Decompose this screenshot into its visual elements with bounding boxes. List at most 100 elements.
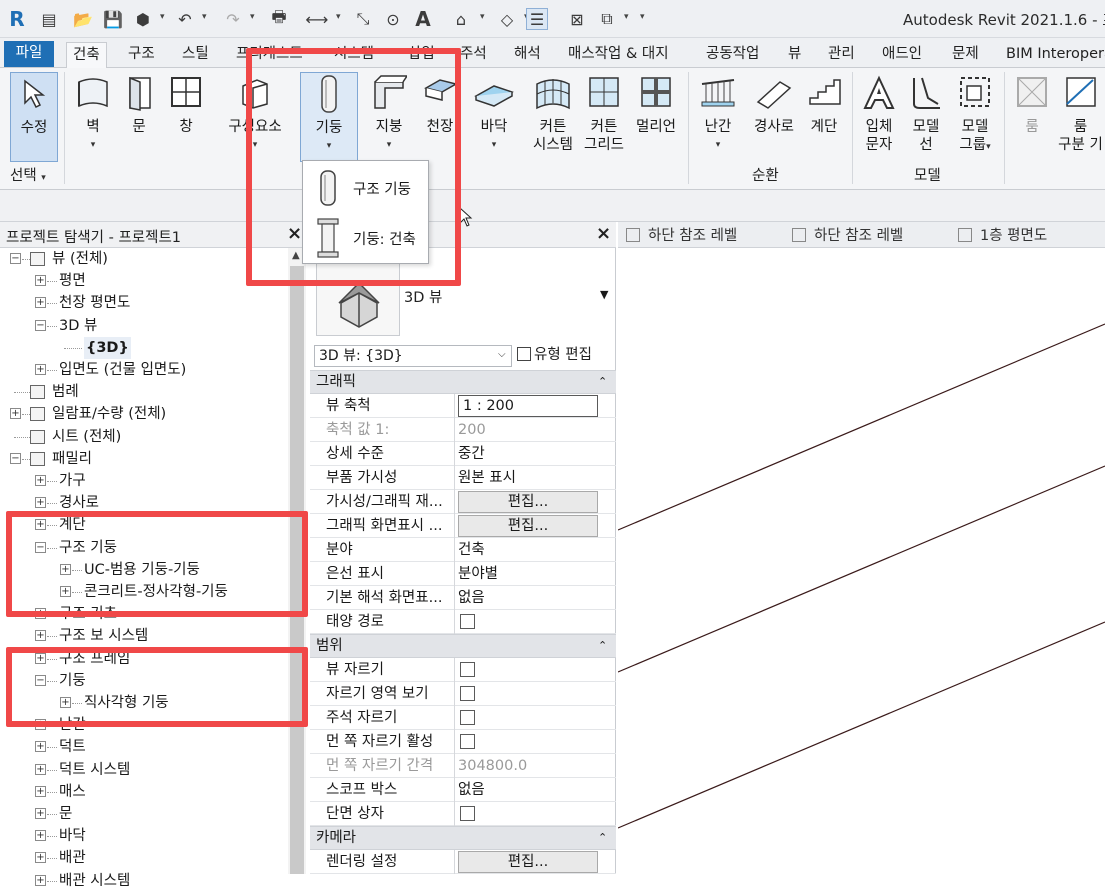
tab-addins[interactable]: 애드인 <box>876 42 928 68</box>
expand-icon[interactable]: + <box>35 763 46 775</box>
floor-dropdown-icon[interactable]: ▾ <box>470 136 518 154</box>
room-button[interactable]: 룸 <box>1010 72 1054 136</box>
view-tab-level-1-plan[interactable]: 1층 평면도 <box>958 225 1047 247</box>
chevron-down-icon[interactable]: ⌵ <box>498 349 506 360</box>
expand-icon[interactable]: + <box>35 808 46 819</box>
view-tab-lower-ref-level-2[interactable]: 하단 참조 레벨 <box>792 225 903 247</box>
expand-icon[interactable]: + <box>35 830 46 842</box>
open-icon[interactable]: 📂 <box>72 8 94 30</box>
undo-icon[interactable]: ↶ <box>174 8 196 30</box>
property-value[interactable]: 원본 표시 <box>458 467 516 489</box>
tag-icon[interactable]: ⊙ <box>382 8 404 30</box>
close-icon[interactable]: × <box>596 223 611 244</box>
tree-item-schedules[interactable]: + 일람표/수량 (전체) <box>0 403 288 425</box>
type-selector-name[interactable]: 3D 뷰 <box>404 286 442 307</box>
tab-view[interactable]: 뷰 <box>782 42 807 68</box>
tree-item-pipes[interactable]: + 배관 <box>0 847 288 869</box>
section-header-graphics[interactable]: 그래픽 ⌃ <box>310 370 616 394</box>
tab-bim-interoperability[interactable]: BIM Interopera <box>1000 42 1105 68</box>
expand-icon[interactable]: + <box>35 785 46 797</box>
undo-dropdown-icon[interactable]: ▾ <box>202 12 207 22</box>
property-checkbox[interactable] <box>460 686 475 701</box>
curtain-grid-button[interactable]: 커튼 그리드 <box>580 72 628 154</box>
expand-icon[interactable]: + <box>10 408 21 420</box>
aligned-dimension-icon[interactable]: ⤡ <box>352 8 374 30</box>
railing-dropdown-icon[interactable]: ▾ <box>696 136 740 154</box>
view-scale-input[interactable]: 1 : 200 <box>458 395 598 417</box>
tree-item-sheets[interactable]: 시트 (전체) <box>0 426 288 448</box>
switch-windows-icon[interactable]: ⧉ <box>596 8 618 30</box>
tab-analyze[interactable]: 해석 <box>508 42 547 68</box>
thin-lines-icon[interactable]: ☰ <box>526 8 548 30</box>
expand-icon[interactable]: + <box>35 475 46 486</box>
model-text-button[interactable]: 입체 문자 <box>858 72 900 154</box>
door-button[interactable]: 문 <box>118 72 160 136</box>
3d-view-icon[interactable]: ⌂ <box>450 8 472 30</box>
tree-item-piping-systems[interactable]: + 배관 시스템 <box>0 870 288 892</box>
edit-button[interactable]: 편집... <box>458 491 598 513</box>
tree-item-ceiling-plans[interactable]: + 천장 평면도 <box>0 292 288 314</box>
tab-architecture[interactable]: 건축 <box>66 42 107 68</box>
tab-structure[interactable]: 구조 <box>122 42 161 68</box>
expand-icon[interactable]: + <box>35 364 46 375</box>
view-selector[interactable]: 3D 뷰: {3D} <box>314 345 512 367</box>
modify-button[interactable]: 수정 <box>10 72 58 162</box>
collapse-chevron-icon[interactable]: ⌃ <box>598 827 607 849</box>
collapse-icon[interactable]: − <box>10 452 21 464</box>
window-button[interactable]: 창 <box>164 72 208 136</box>
tree-item-floors[interactable]: + 바닥 <box>0 825 288 847</box>
tree-item-3d-views[interactable]: − 3D 뷰 <box>0 315 288 337</box>
tab-collaborate[interactable]: 공동작업 <box>700 42 765 68</box>
print-icon[interactable]: 🖶 <box>268 7 290 30</box>
section-icon[interactable]: ◇ <box>496 8 518 30</box>
customize-qat-icon[interactable]: ▾ <box>640 12 645 22</box>
expand-icon[interactable]: + <box>35 630 46 642</box>
home-icon[interactable]: ▤ <box>38 8 60 30</box>
edit-button[interactable]: 편집... <box>458 851 598 873</box>
property-value[interactable]: 분야별 <box>458 563 498 585</box>
floor-button[interactable]: 바닥 ▾ <box>470 72 518 154</box>
tree-item-ducts[interactable]: + 덕트 <box>0 736 288 758</box>
property-value[interactable]: 없음 <box>458 587 485 609</box>
expand-icon[interactable]: + <box>35 852 46 864</box>
stair-button[interactable]: 계단 <box>802 72 846 136</box>
property-value[interactable]: 없음 <box>458 779 485 801</box>
collapse-chevron-icon[interactable]: ⌃ <box>598 371 607 393</box>
tree-item-elevations[interactable]: + 입면도 (건물 입면도) <box>0 359 288 381</box>
edit-type-button[interactable]: 유형 편집 <box>517 344 592 368</box>
tree-item-views-all[interactable]: − 뷰 (전체) <box>0 248 288 270</box>
drawing-canvas[interactable] <box>617 248 1105 874</box>
section-header-camera[interactable]: 카메라 ⌃ <box>310 826 616 850</box>
property-checkbox[interactable] <box>460 614 475 629</box>
measure-dropdown-icon[interactable]: ▾ <box>336 12 341 22</box>
tab-manage[interactable]: 관리 <box>822 42 861 68</box>
collapse-icon[interactable]: − <box>35 319 46 331</box>
property-checkbox[interactable] <box>460 734 475 749</box>
expand-icon[interactable]: + <box>35 297 46 309</box>
expand-icon[interactable]: + <box>35 741 46 753</box>
tree-item-furniture[interactable]: + 가구 <box>0 470 288 492</box>
mullion-button[interactable]: 멀리언 <box>632 72 680 136</box>
property-value[interactable]: 중간 <box>458 443 485 465</box>
tab-issues[interactable]: 문제 <box>946 42 985 68</box>
property-checkbox[interactable] <box>460 710 475 725</box>
3d-view-dropdown-icon[interactable]: ▾ <box>480 12 485 22</box>
close-hidden-icon[interactable]: ⊠ <box>566 8 588 30</box>
tab-file[interactable]: 파일 <box>4 41 54 67</box>
select-panel-label[interactable]: 선택 ▾ <box>10 164 46 185</box>
curtain-system-button[interactable]: 커튼 시스템 <box>528 72 578 154</box>
railing-button[interactable]: 난간 ▾ <box>696 72 740 154</box>
expand-icon[interactable]: + <box>35 497 46 509</box>
view-tab-lower-ref-level-1[interactable]: 하단 참조 레벨 <box>626 225 737 247</box>
property-checkbox[interactable] <box>460 662 475 677</box>
tab-massing-site[interactable]: 매스작업 & 대지 <box>562 42 675 68</box>
wall-button[interactable]: 벽 ▾ <box>70 72 116 154</box>
tree-item-floor-plans[interactable]: + 평면 <box>0 270 288 292</box>
edit-button[interactable]: 편집... <box>458 515 598 537</box>
tree-item-3d-view-item[interactable]: {3D} <box>0 336 288 359</box>
expand-icon[interactable]: + <box>35 275 46 287</box>
property-value[interactable]: 건축 <box>458 539 485 561</box>
tree-item-doors[interactable]: + 문 <box>0 803 288 825</box>
revit-logo-icon[interactable]: R <box>6 7 28 31</box>
section-header-extents[interactable]: 범위 ⌃ <box>310 634 616 658</box>
